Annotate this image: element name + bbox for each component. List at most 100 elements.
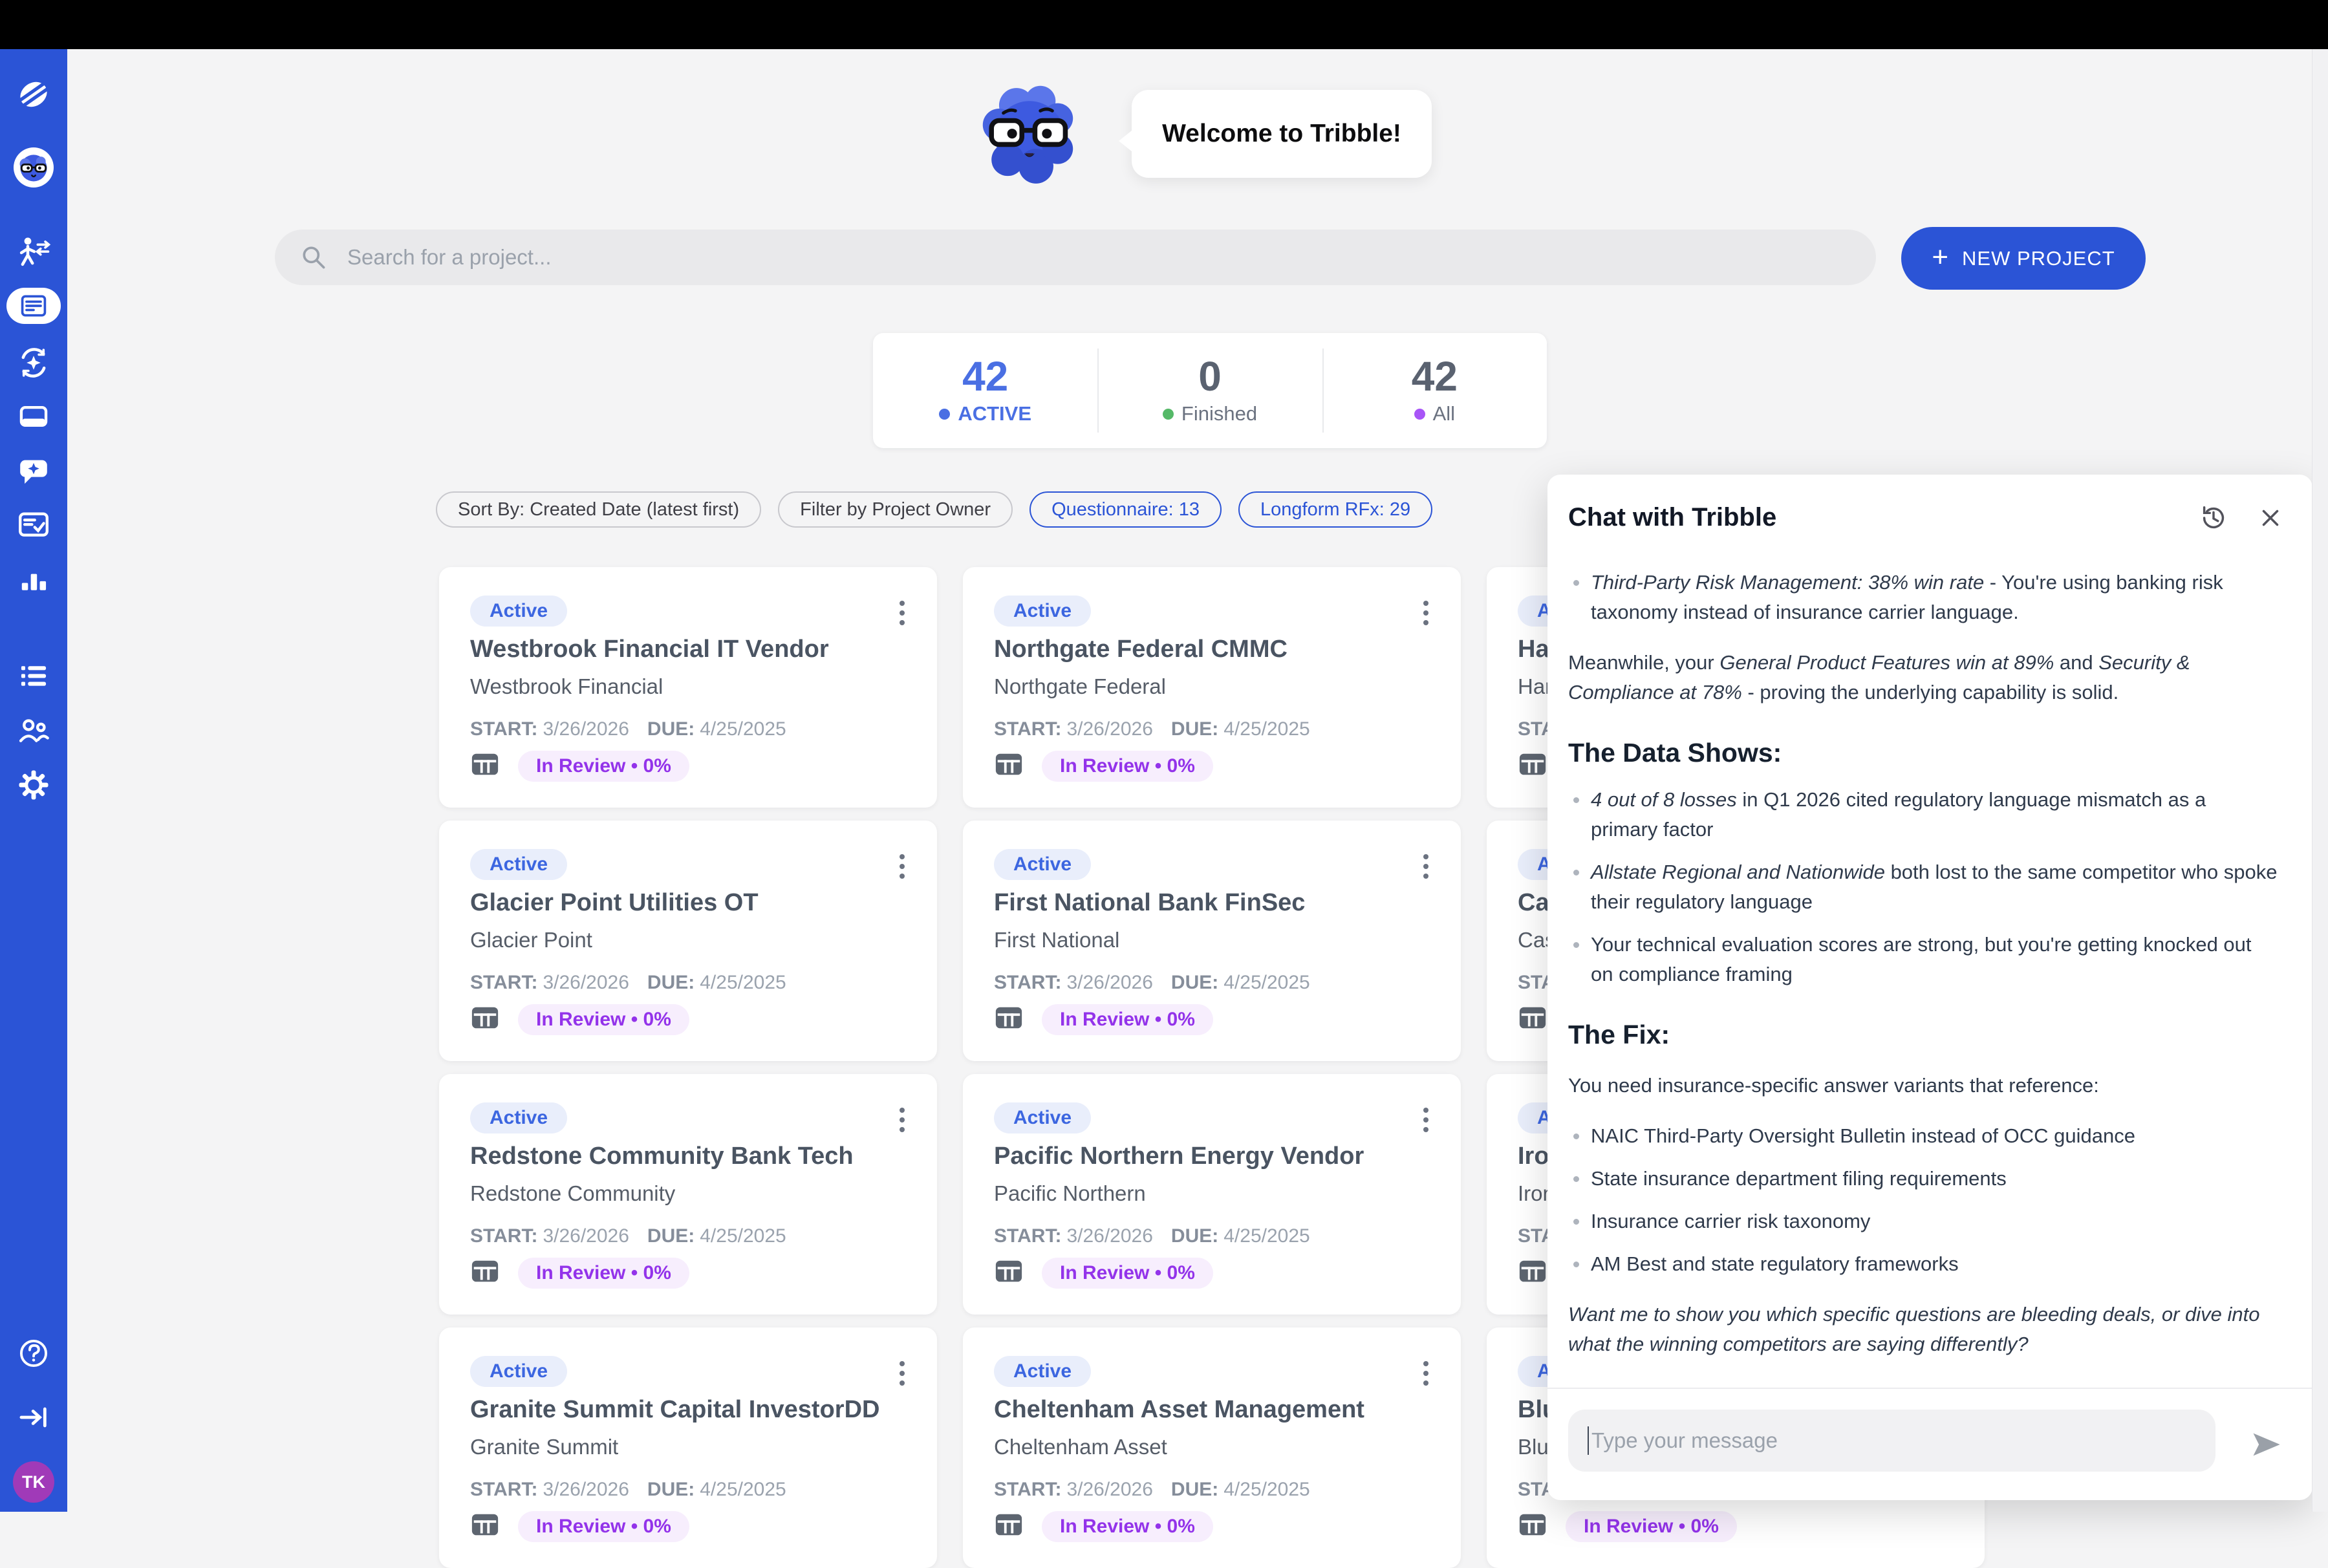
table-icon-wrap — [470, 1003, 500, 1036]
stat-finished[interactable]: 0Finished — [1097, 333, 1322, 448]
filter-chip[interactable]: Filter by Project Owner — [778, 491, 1013, 528]
table-icon — [470, 749, 500, 779]
kebab-dot — [1423, 601, 1428, 606]
sidebar-item-ai-sync[interactable] — [14, 343, 53, 382]
chat-history-button[interactable] — [2197, 502, 2230, 534]
table-icon — [1518, 1003, 1547, 1033]
kebab-dot — [1423, 1108, 1428, 1113]
card-company: Glacier Point — [470, 928, 592, 952]
kebab-menu-icon[interactable] — [896, 597, 909, 629]
chat-paragraph: Meanwhile, your General Product Features… — [1568, 648, 2278, 707]
gear-icon — [17, 768, 50, 802]
chat-bullet-item: Third-Party Risk Management: 38% win rat… — [1568, 568, 2278, 627]
sidebar-item-chat[interactable] — [14, 452, 53, 491]
sidebar: TK — [0, 49, 67, 1512]
text: NAIC Third-Party Oversight Bulletin inst… — [1591, 1124, 2135, 1147]
start-date: START:3/26/2026 — [994, 972, 1153, 993]
chat-bullet-item: NAIC Third-Party Oversight Bulletin inst… — [1568, 1121, 2278, 1151]
table-icon — [470, 1256, 500, 1286]
sidebar-item-handoff[interactable] — [14, 233, 53, 272]
chat-bullet-item: Allstate Regional and Nationwide both lo… — [1568, 857, 2278, 917]
stat-label: All — [1414, 402, 1455, 425]
sidebar-item-sign-out[interactable] — [14, 1398, 53, 1437]
project-card[interactable]: ActiveNorthgate Federal CMMCNorthgate Fe… — [963, 567, 1461, 808]
kebab-menu-icon[interactable] — [1419, 850, 1432, 883]
sidebar-item-list[interactable] — [14, 656, 53, 695]
tray-icon — [17, 400, 50, 433]
chat-bullet-item: State insurance department filing requir… — [1568, 1164, 2278, 1194]
chat-heading: The Fix: — [1568, 1019, 2278, 1050]
plus-icon: + — [1932, 241, 1949, 274]
status-badge: Active — [470, 849, 567, 880]
filter-chip[interactable]: Sort By: Created Date (latest first) — [436, 491, 761, 528]
kebab-menu-icon[interactable] — [896, 1357, 909, 1390]
sidebar-item-projects-selected[interactable] — [6, 288, 61, 324]
kebab-dot — [900, 1371, 905, 1376]
project-card[interactable]: ActiveFirst National Bank FinSecFirst Na… — [963, 821, 1461, 1061]
kebab-menu-icon[interactable] — [896, 1104, 909, 1136]
stat-dot — [1414, 409, 1425, 420]
user-avatar[interactable]: TK — [13, 1461, 54, 1503]
sidebar-item-tray[interactable] — [14, 397, 53, 436]
bullet-dot — [1573, 1133, 1579, 1139]
project-search-input[interactable]: Search for a project... — [275, 230, 1876, 285]
page-scrollbar[interactable] — [2312, 49, 2328, 1512]
checklist-icon — [17, 508, 50, 542]
chat-messages[interactable]: Third-Party Risk Management: 38% win rat… — [1547, 551, 2303, 1389]
welcome-text: Welcome to Tribble! — [1162, 120, 1401, 148]
chat-paragraph: Want me to show you which specific quest… — [1568, 1300, 2278, 1359]
filter-chip[interactable]: Longform RFx: 29 — [1238, 491, 1432, 528]
new-project-button[interactable]: + NEW PROJECT — [1901, 227, 2146, 290]
project-card[interactable]: ActiveRedstone Community Bank TechRedsto… — [439, 1074, 937, 1315]
mascot-avatar-icon[interactable] — [14, 147, 54, 188]
stat-all[interactable]: 42All — [1322, 333, 1547, 448]
tribble-mascot — [974, 81, 1085, 190]
filter-chip[interactable]: Questionnaire: 13 — [1029, 491, 1222, 528]
start-date: START:3/26/2026 — [470, 1225, 629, 1247]
sidebar-item-people[interactable] — [14, 712, 53, 751]
stat-active[interactable]: 42ACTIVE — [873, 333, 1097, 448]
kebab-menu-icon[interactable] — [896, 850, 909, 883]
chat-title: Chat with Tribble — [1568, 503, 1776, 532]
italic-text: Third-Party Risk Management: 38% win rat… — [1591, 571, 1984, 594]
kebab-menu-icon[interactable] — [1419, 1104, 1432, 1136]
kebab-dot — [1423, 610, 1428, 616]
stat-dot — [1163, 409, 1174, 420]
list-icon — [17, 659, 50, 693]
table-icon-wrap — [1518, 749, 1547, 782]
bar-chart-icon — [17, 564, 50, 597]
due-date: DUE:4/25/2025 — [647, 1479, 786, 1500]
italic-text: 4 out of 8 losses — [1591, 788, 1737, 811]
project-card[interactable]: ActiveGranite Summit Capital InvestorDDG… — [439, 1327, 937, 1568]
kebab-dot — [900, 1127, 905, 1132]
project-card[interactable]: ActiveGlacier Point Utilities OTGlacier … — [439, 821, 937, 1061]
card-footer: In Review • 0% — [994, 749, 1213, 782]
kebab-dot — [900, 1380, 905, 1386]
chat-message-input[interactable]: Type your message — [1568, 1410, 2215, 1472]
project-card[interactable]: ActiveCheltenham Asset ManagementChelten… — [963, 1327, 1461, 1568]
stat-label-text: Finished — [1181, 402, 1257, 425]
projects-icon — [19, 292, 48, 320]
bullet-text: AM Best and state regulatory frameworks — [1591, 1249, 1959, 1279]
project-card[interactable]: ActiveWestbrook Financial IT VendorWestb… — [439, 567, 937, 808]
kebab-menu-icon[interactable] — [1419, 597, 1432, 629]
send-button[interactable] — [2247, 1425, 2285, 1464]
card-dates: START:3/26/2026DUE:4/25/2025 — [470, 972, 786, 994]
stat-value: 42 — [962, 356, 1008, 397]
sign-out-icon — [17, 1401, 50, 1434]
review-progress-badge: In Review • 0% — [518, 1511, 689, 1542]
stat-label: Finished — [1163, 402, 1257, 425]
sidebar-item-analytics[interactable] — [14, 561, 53, 600]
sidebar-item-help[interactable] — [14, 1334, 53, 1373]
text: State insurance department filing requir… — [1591, 1167, 2007, 1190]
sidebar-item-checklist[interactable] — [14, 506, 53, 544]
sidebar-item-settings[interactable] — [14, 766, 53, 804]
kebab-menu-icon[interactable] — [1419, 1357, 1432, 1390]
close-icon — [2257, 504, 2284, 532]
chat-close-button[interactable] — [2254, 502, 2287, 534]
table-icon-wrap — [1518, 1003, 1547, 1036]
card-footer: In Review • 0% — [470, 1003, 689, 1036]
table-icon-wrap — [1518, 1256, 1547, 1289]
table-icon — [994, 1003, 1024, 1033]
project-card[interactable]: ActivePacific Northern Energy VendorPaci… — [963, 1074, 1461, 1315]
